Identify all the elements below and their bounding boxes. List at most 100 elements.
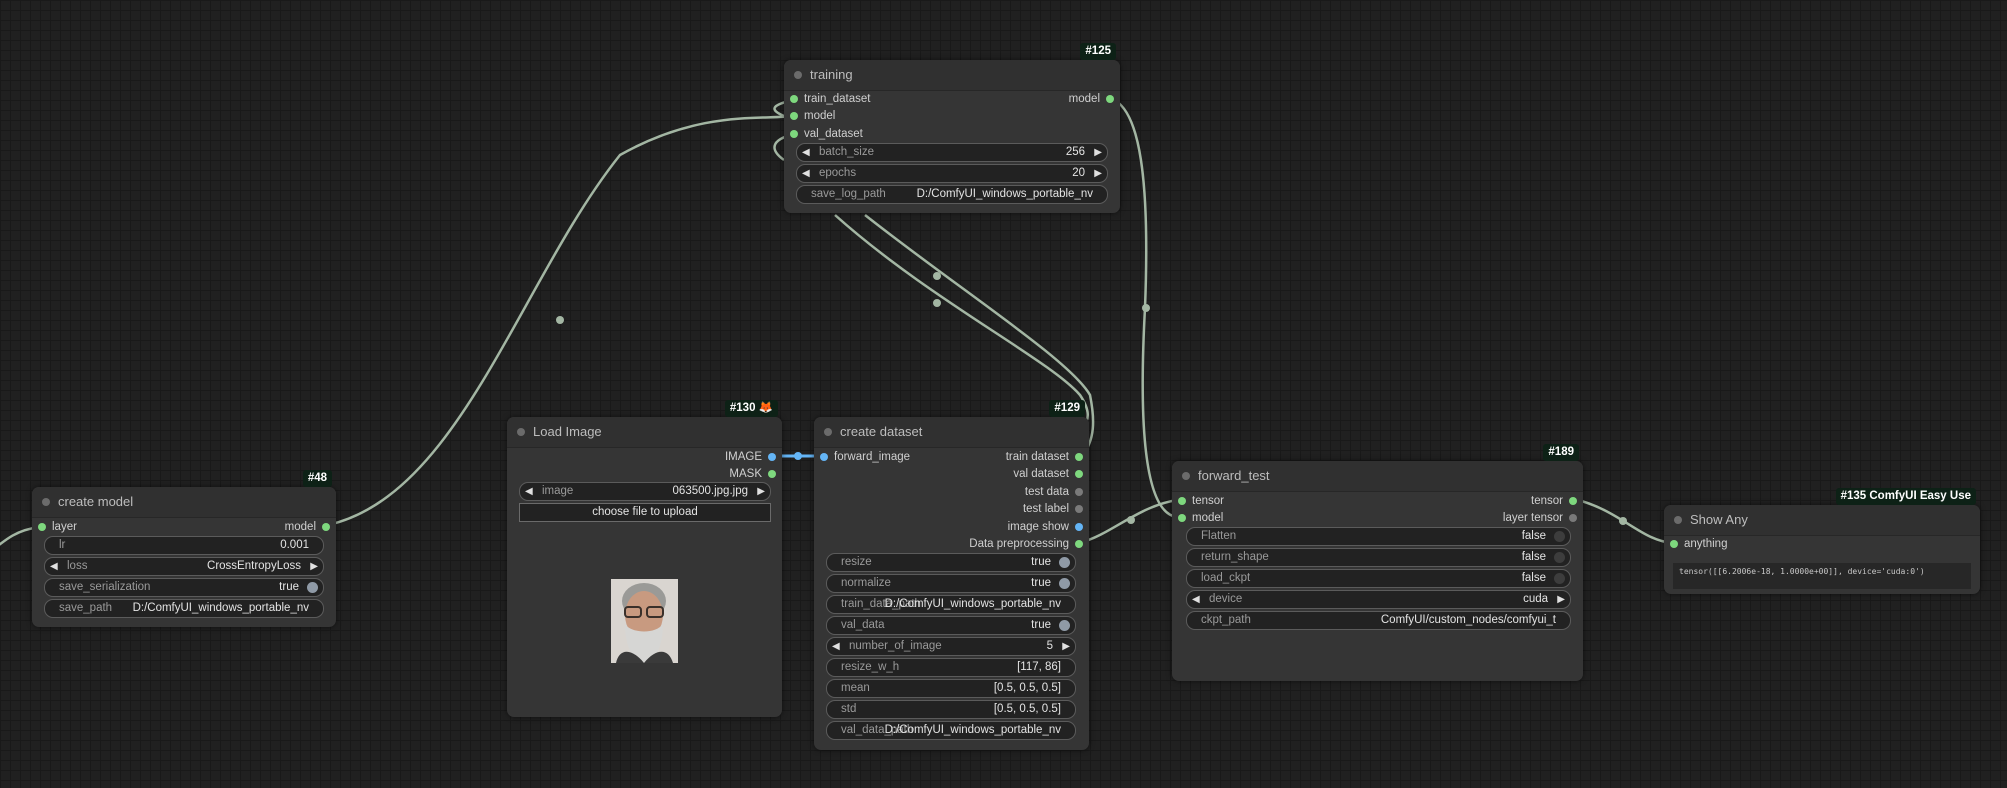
collapse-dot-icon[interactable] [1182, 472, 1190, 480]
widget-value: false [1521, 530, 1546, 542]
loss-widget[interactable]: ◀ loss CrossEntropyLoss ▶ [44, 557, 324, 576]
arrow-right-icon[interactable]: ▶ [1094, 144, 1102, 161]
input-slot-forward-image[interactable]: forward_image [816, 450, 910, 464]
widget-value: true [1031, 577, 1051, 589]
lr-widget[interactable]: lr 0.001 [44, 536, 324, 555]
output-slot-data-preprocessing[interactable]: Data preprocessing [969, 537, 1087, 551]
output-slot-layer-tensor[interactable]: layer tensor [1503, 511, 1581, 525]
arrow-left-icon[interactable]: ◀ [802, 165, 810, 182]
slot-label: MASK [729, 468, 762, 480]
mean-widget[interactable]: mean [0.5, 0.5, 0.5] [826, 679, 1076, 698]
input-slot-model[interactable]: model [786, 109, 835, 123]
slot-label: anything [1684, 538, 1728, 550]
arrow-left-icon[interactable]: ◀ [525, 483, 533, 500]
output-slot-model[interactable]: model [1069, 92, 1118, 106]
collapse-dot-icon[interactable] [824, 428, 832, 436]
input-slot-val-dataset[interactable]: val_dataset [786, 127, 863, 141]
output-slot-tensor[interactable]: tensor [1531, 494, 1581, 508]
node-title[interactable]: training [784, 60, 1120, 91]
slot-dot-icon [790, 130, 798, 138]
epochs-widget[interactable]: ◀ epochs 20 ▶ [796, 164, 1108, 183]
node-create-dataset[interactable]: #129 create dataset forward_image train … [814, 400, 1089, 750]
node-title[interactable]: create dataset [814, 417, 1089, 448]
input-slot-tensor[interactable]: tensor [1174, 494, 1224, 508]
slot-label: forward_image [834, 451, 911, 463]
collapse-dot-icon[interactable] [794, 71, 802, 79]
batch-size-widget[interactable]: ◀ batch_size 256 ▶ [796, 143, 1108, 162]
node-title[interactable]: forward_test [1172, 461, 1583, 492]
val-data-toggle[interactable]: val_data true [826, 616, 1076, 635]
save-serialization-toggle[interactable]: save_serialization true [44, 578, 324, 597]
load-ckpt-toggle[interactable]: load_ckpt false [1186, 569, 1571, 588]
output-text-area[interactable]: tensor([[6.2006e-18, 1.0000e+00]], devic… [1673, 563, 1971, 589]
input-slot-model[interactable]: model [1174, 511, 1223, 525]
collapse-dot-icon[interactable] [517, 428, 525, 436]
node-show-any[interactable]: #135 ComfyUI Easy Use Show Any anything … [1664, 488, 1980, 594]
normalize-toggle[interactable]: normalize true [826, 574, 1076, 593]
node-forward-test[interactable]: #189 forward_test tensor model tensor la… [1172, 444, 1583, 681]
output-slot-test-data[interactable]: test data [1025, 485, 1087, 499]
slot-label: model [804, 110, 836, 122]
train-data-path-widget[interactable]: train_data_path D:/ComfyUI_windows_portab… [826, 595, 1076, 614]
widget-value: true [1031, 619, 1051, 631]
arrow-left-icon[interactable]: ◀ [832, 638, 840, 655]
node-id-badge: #48 [302, 470, 332, 487]
input-slot-anything[interactable]: anything [1666, 537, 1727, 551]
ckpt-path-widget[interactable]: ckpt_path ComfyUI/custom_nodes/comfyui_t [1186, 611, 1571, 630]
arrow-left-icon[interactable]: ◀ [802, 144, 810, 161]
choose-file-upload-button[interactable]: choose file to upload [519, 503, 771, 522]
output-slot-val-dataset[interactable]: val dataset [1013, 467, 1087, 481]
arrow-left-icon[interactable]: ◀ [50, 558, 58, 575]
flatten-toggle[interactable]: Flatten false [1186, 527, 1571, 546]
slot-dot-icon [1178, 514, 1186, 522]
resize-w-h-widget[interactable]: resize_w_h [117, 86] [826, 658, 1076, 677]
widget-label: std [841, 703, 857, 715]
return-shape-toggle[interactable]: return_shape false [1186, 548, 1571, 567]
slot-dot-icon [790, 95, 798, 103]
node-title-text: create model [58, 494, 134, 509]
widget-value: D:/ComfyUI_windows_portable_nv [916, 188, 1093, 200]
image-select-widget[interactable]: ◀ image 063500.jpg.jpg ▶ [519, 482, 771, 501]
input-slot-train-dataset[interactable]: train_dataset [786, 92, 871, 106]
number-of-image-widget[interactable]: ◀ number_of_image 5 ▶ [826, 637, 1076, 656]
link-dataset-to-training-a [834, 214, 1089, 429]
output-slot-mask[interactable]: MASK [729, 467, 780, 481]
node-load-image[interactable]: #130 🦊 Load Image IMAGE MASK ◀ image 06350… [507, 400, 782, 717]
input-slot-layer[interactable]: layer [34, 520, 77, 534]
node-training[interactable]: #125 training train_dataset model val_da… [784, 43, 1120, 213]
widget-value: CrossEntropyLoss [207, 560, 301, 572]
node-title[interactable]: Show Any [1664, 505, 1980, 536]
widget-value: [0.5, 0.5, 0.5] [993, 682, 1061, 694]
save-path-widget[interactable]: save_path D:/ComfyUI_windows_portable_nv [44, 599, 324, 618]
std-widget[interactable]: std [0.5, 0.5, 0.5] [826, 700, 1076, 719]
output-slot-test-label[interactable]: test label [1023, 502, 1087, 516]
resize-toggle[interactable]: resize true [826, 553, 1076, 572]
device-select-widget[interactable]: ◀ device cuda ▶ [1186, 590, 1571, 609]
slot-label: test data [1024, 486, 1069, 498]
output-slot-train-dataset[interactable]: train dataset [1006, 450, 1087, 464]
collapse-dot-icon[interactable] [1674, 516, 1682, 524]
slot-label: IMAGE [724, 451, 762, 463]
widget-label: loss [67, 560, 88, 572]
arrow-left-icon[interactable]: ◀ [1192, 591, 1200, 608]
output-slot-model[interactable]: model [285, 520, 334, 534]
node-title[interactable]: create model [32, 487, 336, 518]
output-slot-image-show[interactable]: image show [1008, 520, 1087, 534]
arrow-right-icon[interactable]: ▶ [1557, 591, 1565, 608]
widget-label: lr [59, 539, 66, 551]
slot-dot-icon [1075, 523, 1083, 531]
arrow-right-icon[interactable]: ▶ [1062, 638, 1070, 655]
arrow-right-icon[interactable]: ▶ [757, 483, 765, 500]
node-title[interactable]: Load Image [507, 417, 782, 448]
output-slot-image[interactable]: IMAGE [725, 450, 780, 464]
slot-dot-icon [1178, 497, 1186, 505]
node-id-badge: #130 🦊 [724, 400, 778, 417]
node-create-model[interactable]: #48 create model layer model lr 0.001 ◀ lo… [32, 470, 336, 627]
arrow-right-icon[interactable]: ▶ [1094, 165, 1102, 182]
portrait-image [611, 579, 678, 663]
val-data-path-widget[interactable]: val_data_path D:/ComfyUI_windows_portable… [826, 721, 1076, 740]
save-log-path-widget[interactable]: save_log_path D:/ComfyUI_windows_portable… [796, 185, 1108, 204]
arrow-right-icon[interactable]: ▶ [310, 558, 318, 575]
collapse-dot-icon[interactable] [42, 498, 50, 506]
slot-label: test label [1022, 503, 1069, 515]
